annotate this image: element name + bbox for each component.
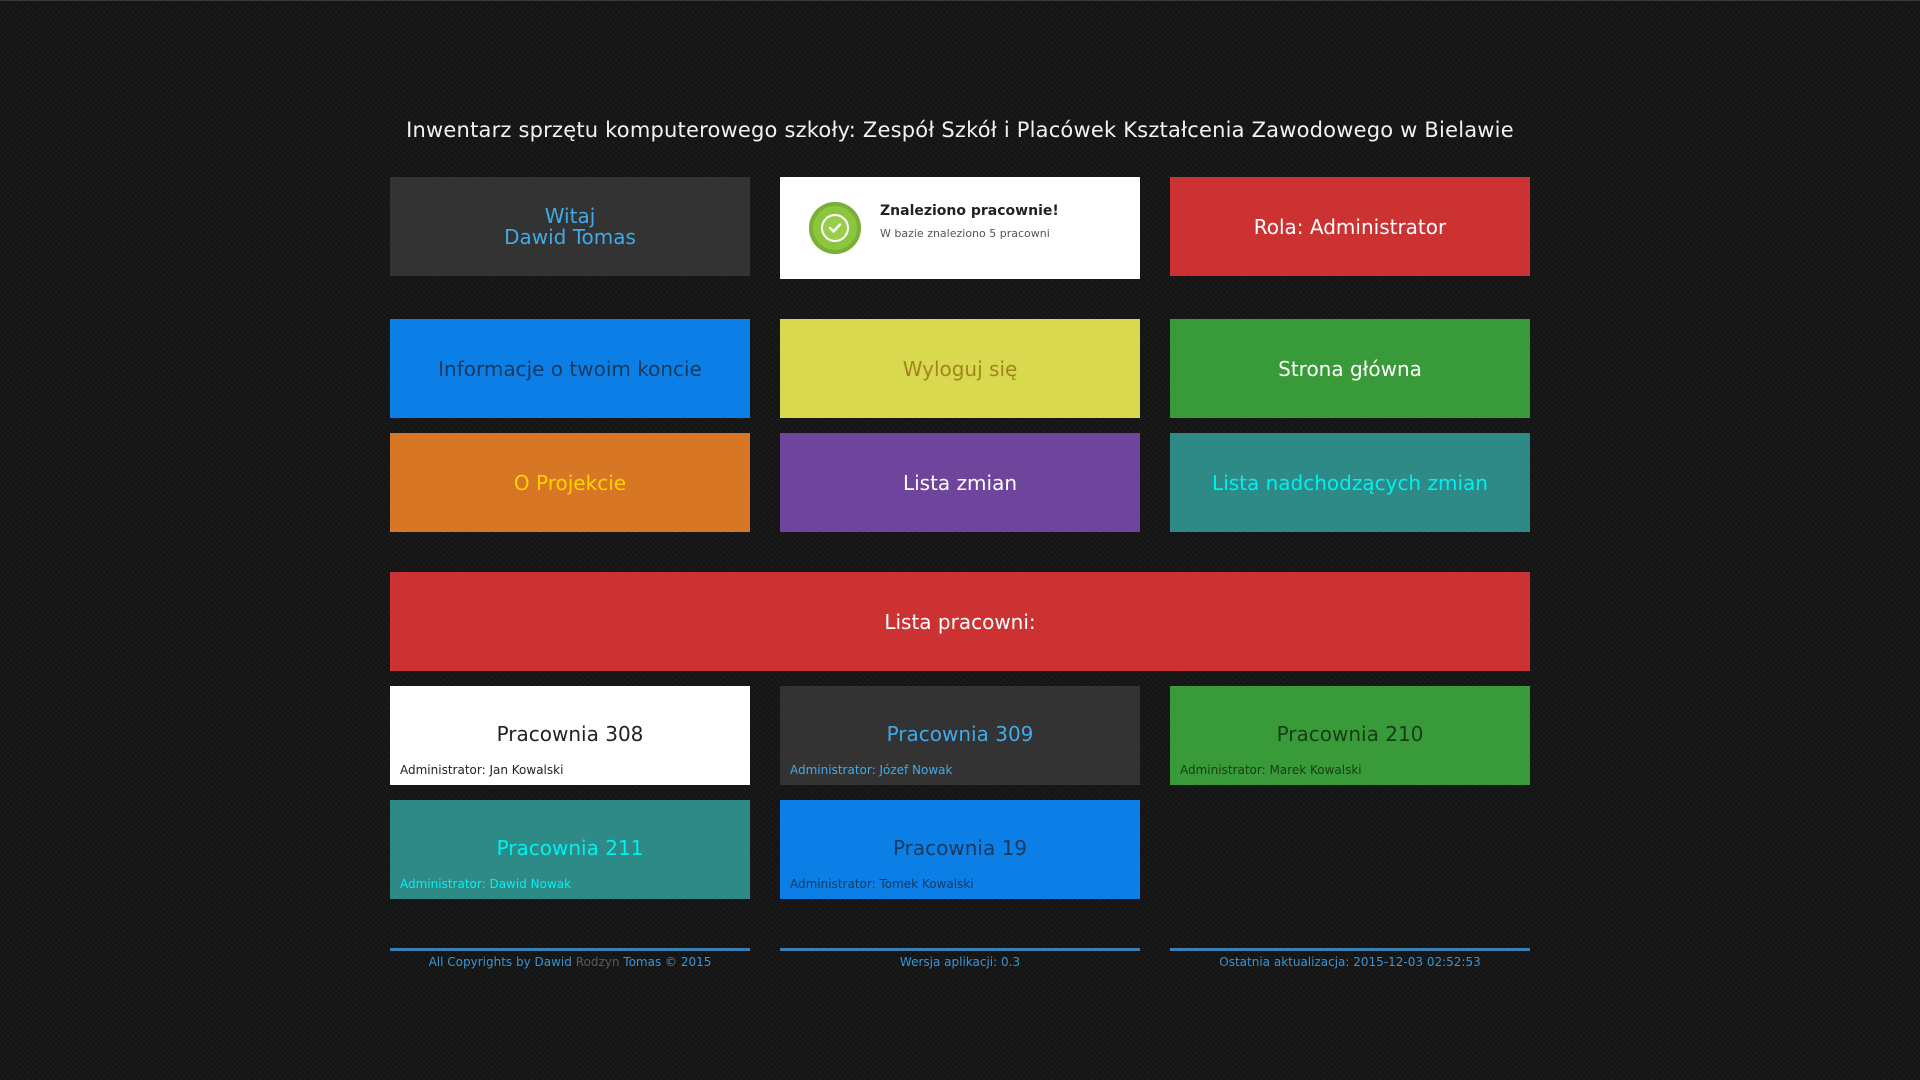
notification-text: W bazie znaleziono 5 pracowni (880, 227, 1050, 240)
lab-admin: Administrator: Tomek Kowalski (790, 877, 974, 891)
welcome-user-name: Dawid Tomas (504, 224, 636, 249)
notification-box: Znaleziono pracownie! W bazie znaleziono… (780, 177, 1140, 279)
about-project-button[interactable]: O Projekcie (390, 433, 750, 532)
notification-title: Znaleziono pracownie! (880, 203, 1059, 219)
lab-tile[interactable]: Pracownia 309 Administrator: Józef Nowak (780, 686, 1140, 785)
about-project-label: O Projekcie (513, 470, 627, 495)
footer-copyright: All Copyrights by Dawid Rodzyn Tomas © 2… (390, 948, 750, 970)
lab-name: Pracownia 19 (892, 836, 1028, 860)
lab-tile[interactable]: Pracownia 308 Administrator: Jan Kowalsk… (390, 686, 750, 785)
welcome-tile: Witaj Dawid Tomas (390, 177, 750, 276)
copyright-prefix: All Copyrights by Dawid (428, 955, 572, 969)
lab-admin: Administrator: Dawid Nowak (400, 877, 572, 891)
changelog-label: Lista zmian (902, 470, 1018, 495)
page-title: Inwentarz sprzętu komputerowego szkoły: … (406, 118, 1514, 142)
lab-admin: Administrator: Józef Nowak (790, 763, 953, 777)
logout-button[interactable]: Wyloguj się (780, 319, 1140, 418)
last-update: Ostatnia aktualizacja: 2015-12-03 02:52:… (1219, 955, 1481, 969)
lab-tile[interactable]: Pracownia 19 Administrator: Tomek Kowals… (780, 800, 1140, 899)
lab-tile[interactable]: Pracownia 210 Administrator: Marek Kowal… (1170, 686, 1530, 785)
upcoming-changes-label: Lista nadchodzących zmian (1212, 470, 1488, 495)
lab-name: Pracownia 210 (1276, 722, 1424, 746)
footer-last-update: Ostatnia aktualizacja: 2015-12-03 02:52:… (1170, 948, 1530, 970)
account-info-label: Informacje o twoim koncie (438, 356, 702, 381)
upcoming-changes-button[interactable]: Lista nadchodzących zmian (1170, 433, 1530, 532)
lab-admin: Administrator: Marek Kowalski (1180, 763, 1362, 777)
lab-name: Pracownia 309 (886, 722, 1034, 746)
labs-header: Lista pracowni: (390, 572, 1530, 671)
home-button[interactable]: Strona główna (1170, 319, 1530, 418)
lab-tile[interactable]: Pracownia 211 Administrator: Dawid Nowak (390, 800, 750, 899)
footer-version: Wersja aplikacji: 0.3 (780, 948, 1140, 970)
role-tile: Rola: Administrator (1170, 177, 1530, 276)
lab-admin: Administrator: Jan Kowalski (400, 763, 564, 777)
app-version: Wersja aplikacji: 0.3 (899, 955, 1021, 969)
home-label: Strona główna (1278, 356, 1422, 381)
logout-label: Wyloguj się (902, 356, 1018, 381)
role-label: Rola: Administrator (1253, 214, 1447, 239)
lab-name: Pracownia 308 (496, 722, 644, 746)
changelog-button[interactable]: Lista zmian (780, 433, 1140, 532)
account-info-button[interactable]: Informacje o twoim koncie (390, 319, 750, 418)
lab-name: Pracownia 211 (496, 836, 644, 860)
check-circle-icon (809, 202, 861, 254)
welcome-greeting: Witaj (544, 203, 596, 228)
copyright-suffix: Tomas © 2015 (623, 955, 712, 969)
top-border (0, 0, 1920, 1)
copyright-nickname: Rodzyn (575, 955, 620, 969)
labs-header-label: Lista pracowni: (884, 609, 1036, 634)
